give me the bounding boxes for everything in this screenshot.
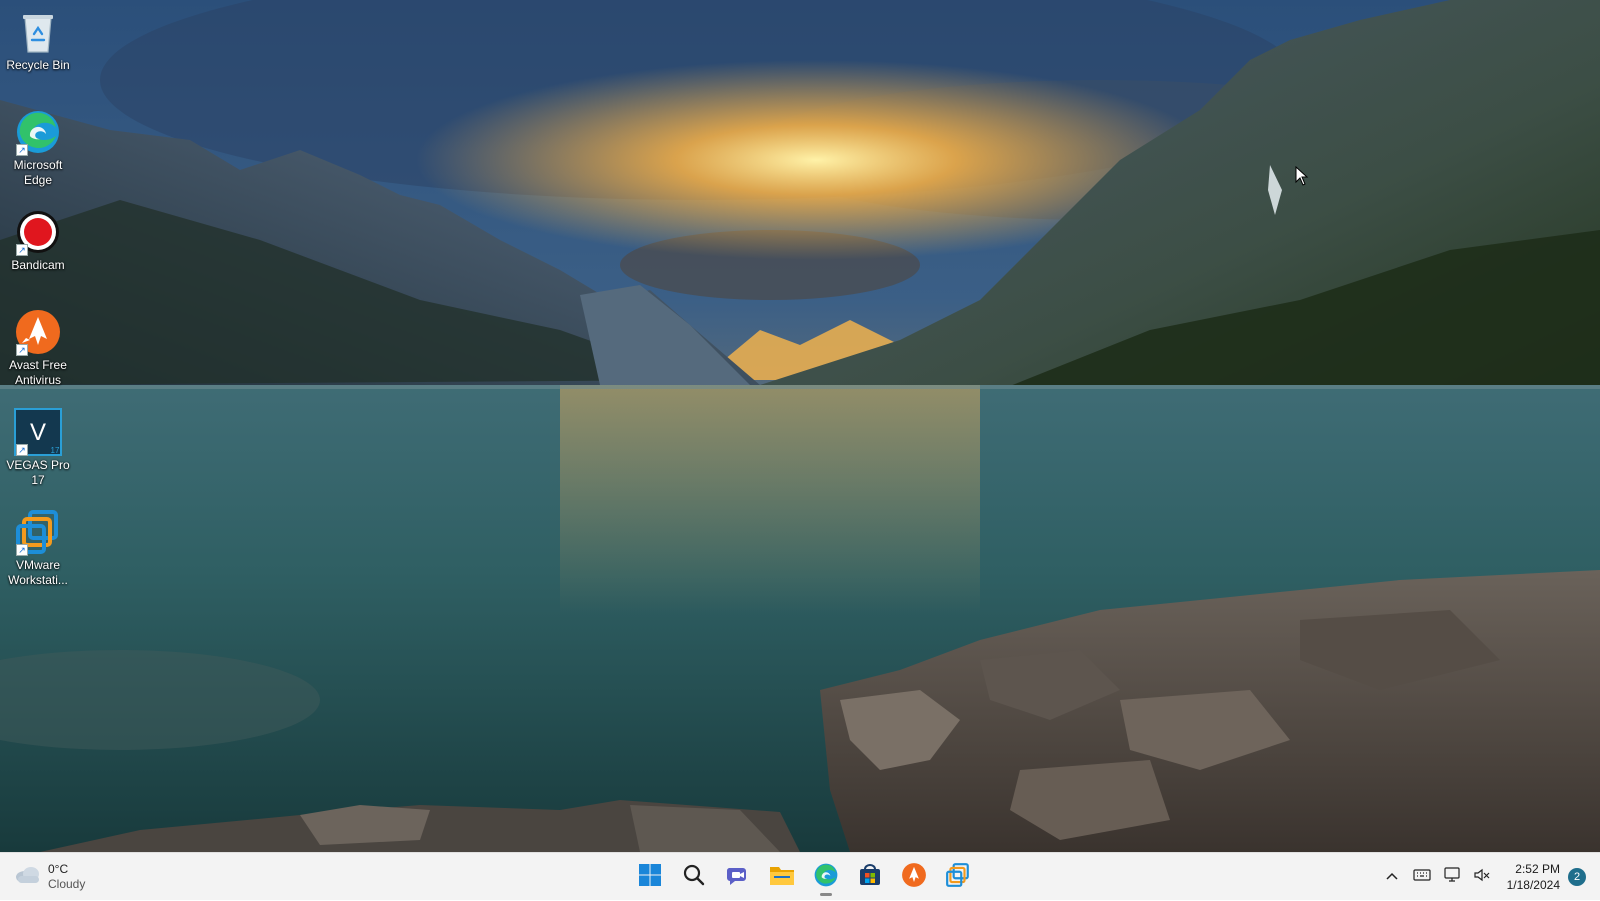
volume-button[interactable]	[1469, 864, 1495, 890]
network-button[interactable]	[1439, 864, 1465, 890]
desktop-icon-microsoft-edge[interactable]: ↗ Microsoft Edge	[0, 100, 76, 188]
desktop-icon-vmware[interactable]: ↗ VMware Workstati...	[0, 500, 76, 588]
file-explorer-button[interactable]	[762, 857, 802, 897]
chat-button[interactable]	[718, 857, 758, 897]
clock-date: 1/18/2024	[1506, 878, 1560, 892]
edge-taskbar-button[interactable]	[806, 857, 846, 897]
weather-temperature: 0°C	[48, 862, 69, 876]
vegas-icon: V 17 ↗	[14, 408, 62, 456]
notification-badge[interactable]: 2	[1568, 868, 1586, 886]
shortcut-arrow-icon: ↗	[16, 344, 28, 356]
search-icon	[682, 863, 706, 892]
clock-time: 2:52 PM	[1515, 862, 1560, 876]
shortcut-arrow-icon: ↗	[16, 444, 28, 456]
desktop-wallpaper	[0, 0, 1600, 852]
store-button[interactable]	[850, 857, 890, 897]
taskbar-app-area	[628, 857, 980, 897]
desktop-icon-label: VEGAS Pro 17	[6, 458, 70, 487]
folder-icon	[769, 864, 795, 891]
weather-condition: Cloudy	[48, 877, 86, 891]
vmware-icon: ↗	[14, 508, 62, 556]
recycle-bin-icon	[14, 8, 62, 56]
desktop-icon-avast[interactable]: ↗ Avast Free Antivirus	[0, 300, 76, 388]
desktop-icon-recycle-bin[interactable]: Recycle Bin	[0, 0, 76, 73]
desktop-icon-label: Recycle Bin	[6, 58, 70, 72]
speaker-muted-icon	[1473, 867, 1491, 888]
vmware-taskbar-button[interactable]	[938, 857, 978, 897]
weather-widget[interactable]: 0°C Cloudy	[14, 859, 85, 895]
shortcut-arrow-icon: ↗	[16, 244, 28, 256]
store-icon	[858, 863, 882, 892]
system-tray: 2:52 PM 1/18/2024 2	[1377, 853, 1600, 901]
shortcut-arrow-icon: ↗	[16, 144, 28, 156]
avast-icon: ↗	[14, 308, 62, 356]
chevron-up-icon	[1385, 868, 1399, 886]
avast-taskbar-button[interactable]	[894, 857, 934, 897]
show-hidden-icons-button[interactable]	[1379, 864, 1405, 890]
desktop-icon-vegas-pro[interactable]: V 17 ↗ VEGAS Pro 17	[0, 400, 76, 488]
start-button[interactable]	[630, 857, 670, 897]
avast-icon	[901, 862, 927, 893]
desktop-icon-label: Avast Free Antivirus	[9, 358, 67, 387]
edge-icon: ↗	[14, 108, 62, 156]
search-button[interactable]	[674, 857, 714, 897]
desktop-icon-bandicam[interactable]: ↗ Bandicam	[0, 200, 76, 273]
bandicam-icon: ↗	[14, 208, 62, 256]
network-icon	[1443, 866, 1461, 888]
chat-icon	[726, 863, 750, 892]
clock[interactable]: 2:52 PM 1/18/2024	[1507, 861, 1560, 893]
taskbar: 0°C Cloudy 2:52 PM 1/18/2024 2	[0, 852, 1600, 900]
desktop-icon-label: VMware Workstati...	[8, 558, 68, 587]
vmware-icon	[945, 862, 971, 893]
keyboard-button[interactable]	[1409, 864, 1435, 890]
shortcut-arrow-icon: ↗	[16, 544, 28, 556]
keyboard-icon	[1413, 868, 1431, 887]
desktop-icon-label: Microsoft Edge	[13, 158, 63, 187]
mouse-cursor-icon	[1295, 165, 1309, 191]
svg-text:17: 17	[51, 446, 60, 455]
cloudy-icon	[14, 864, 42, 891]
windows-start-icon	[638, 863, 662, 892]
svg-text:V: V	[30, 419, 46, 446]
desktop-icon-label: Bandicam	[11, 258, 65, 272]
edge-icon	[813, 862, 839, 893]
